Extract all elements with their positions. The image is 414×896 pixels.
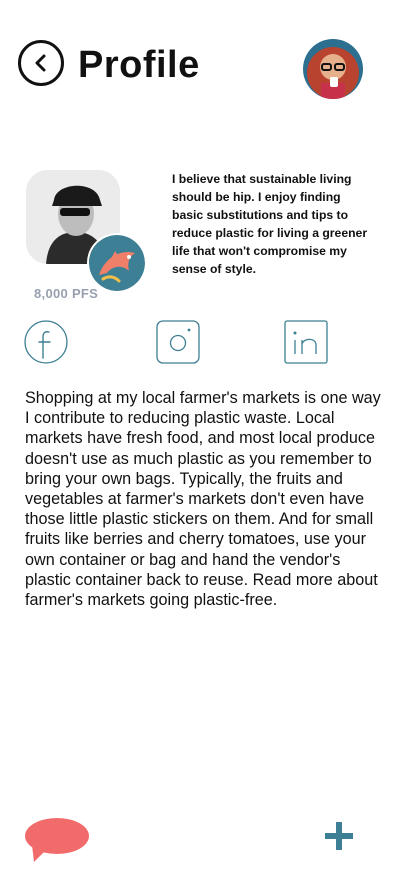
linkedin-button[interactable] [284, 320, 328, 364]
chat-button[interactable] [24, 817, 90, 863]
plus-icon [325, 822, 353, 850]
facebook-icon [24, 320, 68, 364]
page-title: Profile [78, 44, 200, 86]
linkedin-icon [284, 320, 328, 364]
user-avatar[interactable] [303, 39, 363, 99]
instagram-icon [156, 320, 200, 364]
speech-bubble-icon [25, 818, 89, 862]
add-button[interactable] [323, 820, 355, 852]
post-text: Shopping at my local farmer's markets is… [25, 389, 381, 610]
header: Profile [0, 0, 414, 130]
instagram-button[interactable] [156, 320, 200, 364]
chevron-left-icon [35, 54, 46, 72]
bio-text: I believe that sustainable living should… [172, 172, 368, 276]
back-button[interactable] [18, 40, 64, 86]
dolphin-badge-icon [87, 233, 147, 293]
points-count: 8,000 PFS [34, 286, 99, 301]
facebook-button[interactable] [24, 320, 68, 364]
